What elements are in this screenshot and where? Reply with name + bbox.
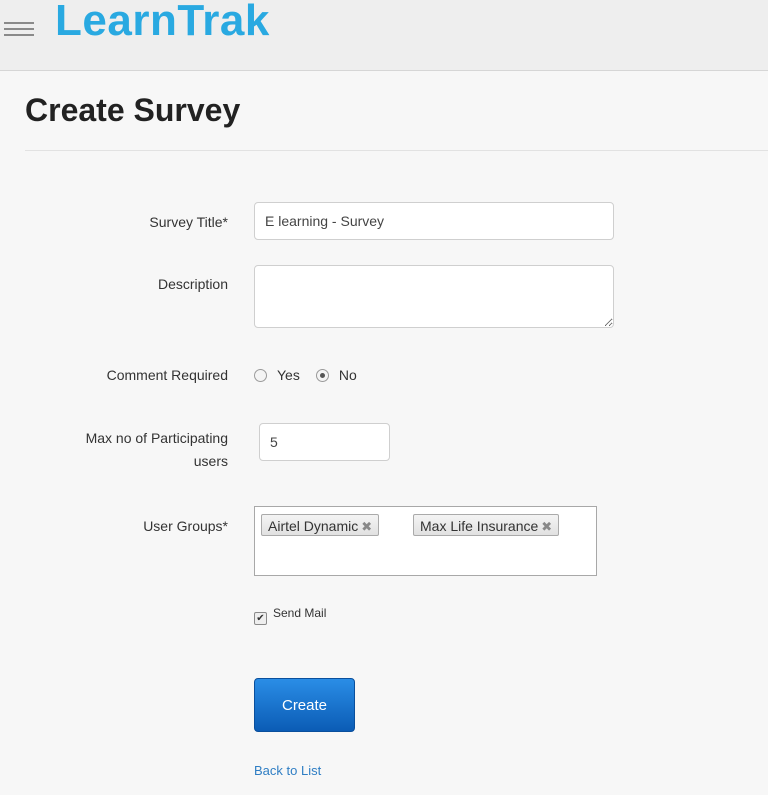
comment-required-no-label[interactable]: No: [339, 367, 357, 383]
user-group-tag: Airtel Dynamic ✖: [261, 514, 380, 536]
create-button[interactable]: Create: [254, 678, 355, 732]
user-group-tag-label: Airtel Dynamic: [268, 518, 359, 534]
description-textarea[interactable]: [254, 265, 614, 328]
max-participants-label-line1: Max no of Participating: [85, 430, 228, 446]
remove-tag-icon[interactable]: ✖: [361, 519, 372, 534]
user-groups-label: User Groups*: [143, 518, 228, 534]
page-title: Create Survey: [25, 92, 241, 128]
comment-required-yes-radio[interactable]: [254, 368, 267, 382]
max-participants-label: Max no of Participating users: [86, 427, 228, 473]
description-label: Description: [157, 276, 228, 292]
remove-tag-icon[interactable]: ✖: [541, 519, 552, 534]
brand-logo[interactable]: LearnTrak: [55, 0, 270, 46]
max-participants-input[interactable]: [259, 423, 390, 461]
title-divider: [25, 150, 768, 151]
user-group-tag-label: Max Life Insurance: [420, 518, 539, 534]
menu-icon[interactable]: [4, 22, 34, 42]
top-bar: LearnTrak: [0, 0, 768, 71]
comment-required-yes-label[interactable]: Yes: [277, 367, 300, 383]
comment-required-label: Comment Required: [106, 367, 228, 383]
send-mail-label[interactable]: Send Mail: [273, 606, 326, 620]
user-groups-tag-input[interactable]: Airtel Dynamic ✖ Max Life Insurance ✖: [254, 506, 597, 576]
back-to-list-link[interactable]: Back to List: [254, 763, 321, 778]
comment-required-no-radio[interactable]: [315, 368, 329, 382]
survey-title-label: Survey Title*: [149, 214, 228, 230]
send-mail-checkbox[interactable]: ✔: [254, 612, 267, 625]
comment-required-radio-group: Yes No: [254, 365, 373, 385]
user-group-tag: Max Life Insurance ✖: [413, 514, 560, 536]
survey-title-input[interactable]: [254, 202, 614, 240]
max-participants-label-line2: users: [193, 453, 228, 469]
